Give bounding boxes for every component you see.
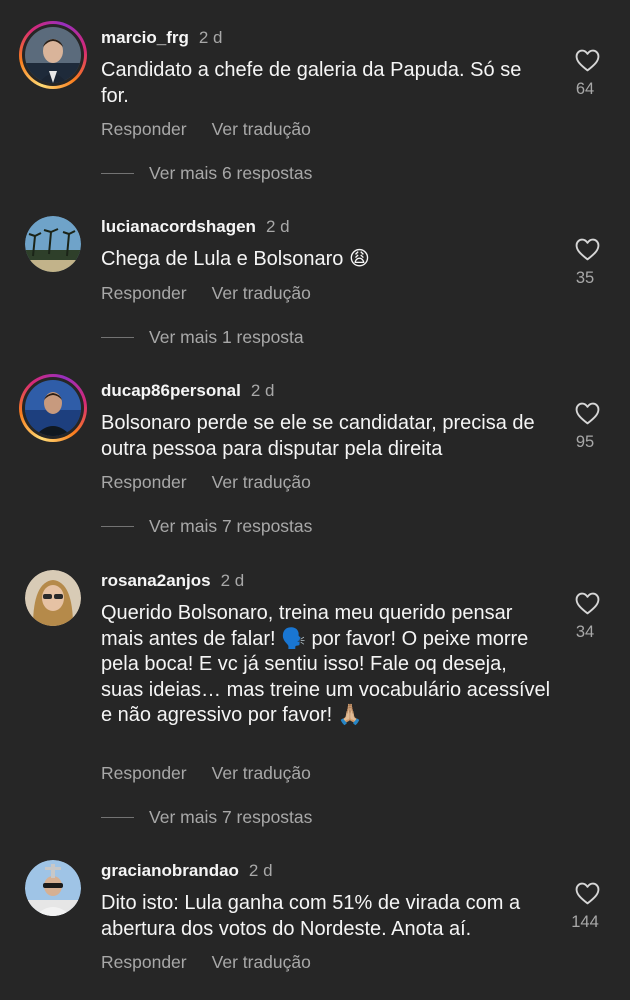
comments-feed: marcio_frg 2 d Candidato a chefe de galer… (0, 0, 630, 1000)
see-translation-button[interactable]: Ver tradução (212, 119, 311, 139)
username[interactable]: ducap86personal (101, 381, 241, 400)
reply-button[interactable]: Responder (101, 283, 187, 303)
heart-outline-icon (575, 238, 599, 261)
avatar-story-ring[interactable] (19, 374, 87, 442)
comment-actions: Responder Ver tradução (101, 119, 336, 140)
heart-outline-icon (575, 882, 599, 905)
see-translation-button[interactable]: Ver tradução (212, 952, 311, 972)
comment-time: 2 d (248, 861, 273, 880)
comment-text: Querido Bolsonaro, treina meu querido pe… (101, 602, 551, 726)
comment-time: 2 d (198, 28, 223, 47)
username[interactable]: gracianobrandao (101, 861, 239, 880)
comment-header: rosana2anjos 2 d (101, 570, 244, 592)
comment-header: ducap86personal 2 d (101, 380, 274, 402)
comment-actions: Responder Ver tradução (101, 472, 336, 493)
comment-time: 2 d (220, 571, 245, 590)
comment-text: Candidato a chefe de galeria da Papuda. … (101, 59, 522, 107)
username[interactable]: lucianacordshagen (101, 217, 256, 236)
like-count: 64 (575, 80, 595, 98)
avatar[interactable] (25, 216, 81, 272)
avatar-photo-rosana (25, 570, 81, 626)
comment-header: marcio_frg 2 d (101, 27, 223, 49)
avatar-photo-marcio (25, 27, 81, 83)
comment-time: 2 d (250, 381, 275, 400)
like-count: 95 (575, 433, 595, 451)
like-button[interactable]: 144 (571, 882, 602, 932)
comment-header: gracianobrandao 2 d (101, 860, 273, 882)
reply-button[interactable]: Responder (101, 472, 187, 492)
like-button[interactable]: 95 (572, 402, 602, 452)
comment-text: Bolsonaro perde se ele se candidatar, pr… (101, 412, 535, 460)
username[interactable]: rosana2anjos (101, 571, 211, 590)
view-more-replies-button[interactable]: Ver mais 6 respostas (100, 163, 312, 184)
username[interactable]: marcio_frg (101, 28, 189, 47)
like-button[interactable]: 35 (572, 238, 602, 288)
see-translation-button[interactable]: Ver tradução (212, 283, 311, 303)
heart-outline-icon (575, 49, 599, 72)
comment-text: Dito isto: Lula ganha com 51% de virada … (101, 892, 521, 940)
like-count: 34 (575, 623, 595, 641)
view-more-replies-button[interactable]: Ver mais 7 respostas (100, 516, 312, 537)
like-count: 144 (571, 913, 599, 931)
comment-time: 2 d (265, 217, 290, 236)
like-button[interactable]: 34 (572, 592, 602, 642)
view-more-replies-button[interactable]: Ver mais 1 resposta (101, 327, 304, 348)
see-translation-button[interactable]: Ver tradução (212, 763, 311, 783)
comment-actions: Responder Ver tradução (101, 763, 336, 784)
see-translation-button[interactable]: Ver tradução (212, 472, 311, 492)
comment-actions: Responder Ver tradução (101, 952, 336, 973)
avatar-photo-graciano (25, 860, 81, 916)
avatar[interactable] (25, 570, 81, 626)
heart-outline-icon (575, 402, 599, 425)
avatar-photo-luciana (25, 216, 81, 272)
heart-outline-icon (575, 592, 599, 615)
comment-actions: Responder Ver tradução (101, 283, 336, 304)
like-button[interactable]: 64 (572, 49, 602, 99)
reply-button[interactable]: Responder (101, 763, 187, 783)
comment-header: lucianacordshagen 2 d (101, 216, 290, 238)
like-count: 35 (575, 269, 595, 287)
comment-text: Chega de Lula e Bolsonaro 😩 (101, 248, 370, 270)
view-more-replies-button[interactable]: Ver mais 7 respostas (100, 807, 312, 828)
reply-button[interactable]: Responder (101, 952, 187, 972)
avatar[interactable] (25, 860, 81, 916)
avatar-photo-ducap (25, 380, 81, 436)
avatar-story-ring[interactable] (19, 21, 87, 89)
reply-button[interactable]: Responder (101, 119, 187, 139)
